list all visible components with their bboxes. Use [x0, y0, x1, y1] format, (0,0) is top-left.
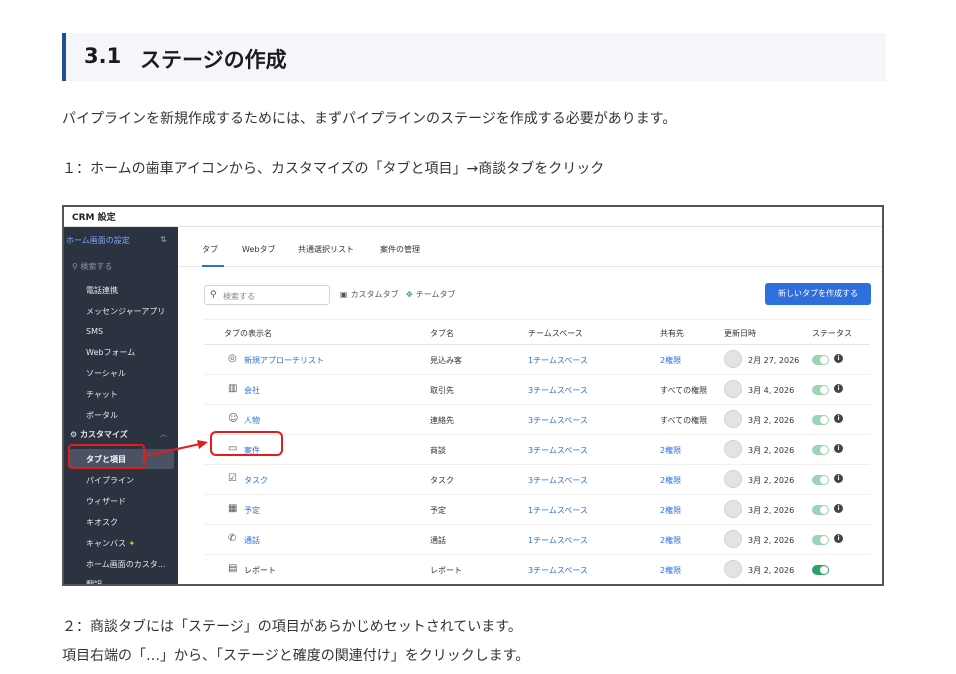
step2b-paragraph: 項目右端の「…」から、「ステージと確度の関連付け」をクリックします。: [62, 648, 530, 664]
annotation-arrow: [144, 440, 208, 457]
step2-paragraph: ２：商談タブには「ステージ」の項目があらかじめセットされています。: [62, 619, 522, 635]
